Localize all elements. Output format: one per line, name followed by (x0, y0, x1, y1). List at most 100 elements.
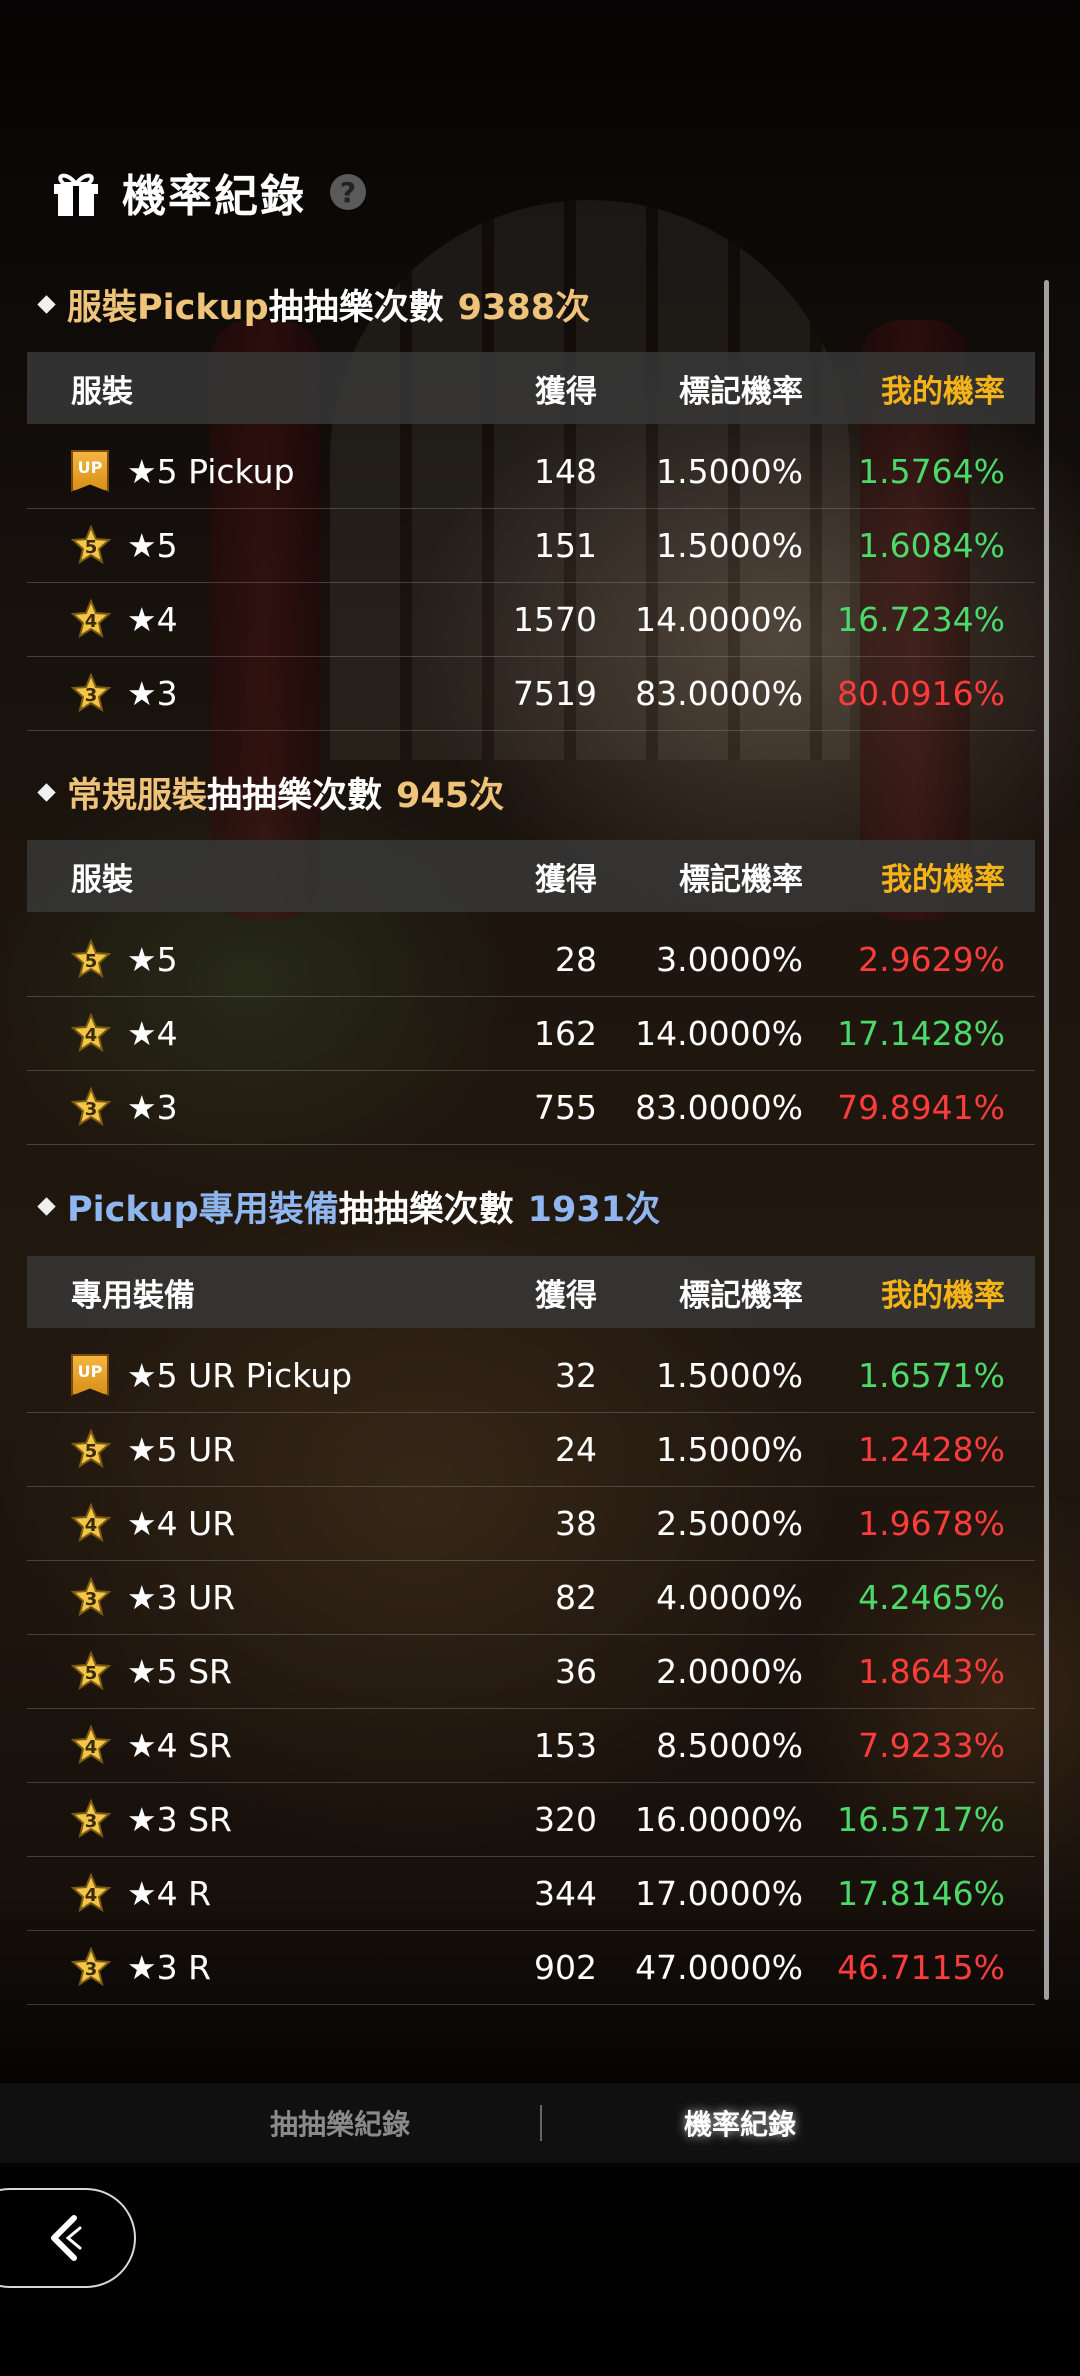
obtained-count: 36 (555, 1651, 597, 1691)
obtained-count: 902 (534, 1947, 597, 1987)
section-title: 服裝Pickup 抽抽樂次數 9388次 (37, 280, 590, 328)
my-rate: 17.8146% (837, 1873, 1005, 1913)
table-row: 5 ★5 UR 24 1.5000% 1.2428% (27, 1412, 1035, 1487)
marked-rate: 17.0000% (635, 1873, 803, 1913)
marked-rate: 1.5000% (656, 525, 803, 565)
rarity-label: ★5 UR (127, 1429, 236, 1469)
marked-rate: 16.0000% (635, 1799, 803, 1839)
star-rank-4-icon: 4 (71, 1503, 111, 1543)
my-rate: 79.8941% (837, 1087, 1005, 1127)
table-row: UP ★5 UR Pickup 32 1.5000% 1.6571% (27, 1338, 1035, 1413)
section-title-label: 抽抽樂次數 (268, 287, 444, 328)
star-rank-5-icon: 5 (71, 1651, 111, 1691)
rarity-label: ★5 (127, 525, 178, 565)
star-rank-4-icon: 4 (71, 1725, 111, 1765)
section-draw-count: 1931次 (527, 1189, 661, 1230)
star-rank-3-icon: 3 (71, 673, 111, 713)
obtained-count: 38 (555, 1503, 597, 1543)
column-header-marked-rate: 標記機率 (679, 861, 803, 898)
obtained-count: 153 (534, 1725, 597, 1765)
marked-rate: 3.0000% (656, 939, 803, 979)
rarity-cell: 4 ★4 UR (71, 1486, 235, 1560)
column-header-my-rate: 我的機率 (881, 373, 1005, 410)
scrollbar[interactable] (1044, 280, 1049, 2000)
marked-rate: 1.5000% (656, 1429, 803, 1469)
obtained-count: 82 (555, 1577, 597, 1617)
svg-text:5: 5 (85, 1441, 98, 1462)
obtained-count: 151 (534, 525, 597, 565)
question-mark-icon[interactable]: ? (330, 174, 366, 210)
column-header-item: 服裝 (71, 861, 133, 898)
my-rate: 2.9629% (858, 939, 1005, 979)
table-row: 4 ★4 UR 38 2.5000% 1.9678% (27, 1486, 1035, 1561)
rarity-cell: 3 ★3 (71, 1070, 178, 1144)
section-title-label: 抽抽樂次數 (338, 1189, 514, 1230)
my-rate: 1.9678% (858, 1503, 1005, 1543)
marked-rate: 8.5000% (656, 1725, 803, 1765)
rarity-cell: 4 ★4 SR (71, 1708, 232, 1782)
rarity-label: ★3 (127, 1087, 178, 1127)
column-header-marked-rate: 標記機率 (679, 373, 803, 410)
obtained-count: 148 (534, 451, 597, 491)
svg-text:3: 3 (85, 1099, 98, 1120)
rarity-cell: 3 ★3 R (71, 1930, 211, 2004)
rarity-label: ★5 SR (127, 1651, 232, 1691)
star-rank-5-icon: 5 (71, 939, 111, 979)
rarity-label: ★3 SR (127, 1799, 232, 1839)
svg-text:4: 4 (85, 611, 98, 632)
table-row: 5 ★5 SR 36 2.0000% 1.8643% (27, 1634, 1035, 1709)
obtained-count: 1570 (513, 599, 597, 639)
marked-rate: 1.5000% (656, 1355, 803, 1395)
table-row: 3 ★3 R 902 47.0000% 46.7115% (27, 1930, 1035, 2005)
my-rate: 16.5717% (837, 1799, 1005, 1839)
my-rate: 4.2465% (858, 1577, 1005, 1617)
my-rate: 1.5764% (858, 451, 1005, 491)
rarity-cell: 3 ★3 SR (71, 1782, 232, 1856)
marked-rate: 4.0000% (656, 1577, 803, 1617)
section-title: 常規服裝 抽抽樂次數 945次 (37, 768, 505, 816)
my-rate: 1.8643% (858, 1651, 1005, 1691)
column-header-obtained: 獲得 (535, 373, 597, 410)
rarity-label: ★4 (127, 599, 178, 639)
star-rank-5-icon: 5 (71, 1429, 111, 1469)
column-header-marked-rate: 標記機率 (679, 1277, 803, 1314)
svg-text:4: 4 (85, 1885, 98, 1906)
star-rank-3-icon: 3 (71, 1087, 111, 1127)
star-rank-4-icon: 4 (71, 1873, 111, 1913)
star-rank-3-icon: 3 (71, 1947, 111, 1987)
rarity-cell: UP ★5 Pickup (71, 434, 295, 508)
marked-rate: 47.0000% (635, 1947, 803, 1987)
svg-text:3: 3 (85, 1811, 98, 1832)
back-button[interactable] (0, 2188, 136, 2288)
rarity-label: ★5 UR Pickup (127, 1355, 353, 1395)
table-row: 4 ★4 162 14.0000% 17.1428% (27, 996, 1035, 1071)
page-title: 機率紀錄 (122, 171, 306, 222)
section-draw-count: 945次 (396, 775, 505, 816)
table-row: 3 ★3 UR 82 4.0000% 4.2465% (27, 1560, 1035, 1635)
section-title-label: 抽抽樂次數 (207, 775, 383, 816)
table-row: 3 ★3 7519 83.0000% 80.0916% (27, 656, 1035, 731)
page-header: 機率紀錄 ? (48, 152, 366, 232)
svg-text:3: 3 (85, 1959, 98, 1980)
column-header-my-rate: 我的機率 (881, 1277, 1005, 1314)
svg-text:3: 3 (85, 685, 98, 706)
marked-rate: 2.5000% (656, 1503, 803, 1543)
bottom-tab-bar: 抽抽樂紀錄 機率紀錄 (0, 2083, 1080, 2163)
rarity-label: ★3 R (127, 1947, 211, 1987)
section-title-highlight: 服裝Pickup (67, 287, 269, 328)
rarity-label: ★5 (127, 939, 178, 979)
tab-rate-record[interactable]: 機率紀錄 (590, 2083, 890, 2163)
rarity-label: ★4 (127, 1013, 178, 1053)
obtained-count: 32 (555, 1355, 597, 1395)
tab-gacha-history[interactable]: 抽抽樂紀錄 (190, 2083, 490, 2163)
table-row: 4 ★4 R 344 17.0000% 17.8146% (27, 1856, 1035, 1931)
marked-rate: 14.0000% (635, 599, 803, 639)
column-header-obtained: 獲得 (535, 861, 597, 898)
rarity-cell: UP ★5 UR Pickup (71, 1338, 352, 1412)
rarity-label: ★4 UR (127, 1503, 236, 1543)
rarity-cell: 5 ★5 SR (71, 1634, 232, 1708)
rarity-cell: 3 ★3 (71, 656, 178, 730)
table-row: 3 ★3 755 83.0000% 79.8941% (27, 1070, 1035, 1145)
up-pickup-icon: UP (71, 450, 109, 492)
tab-divider (540, 2105, 542, 2141)
